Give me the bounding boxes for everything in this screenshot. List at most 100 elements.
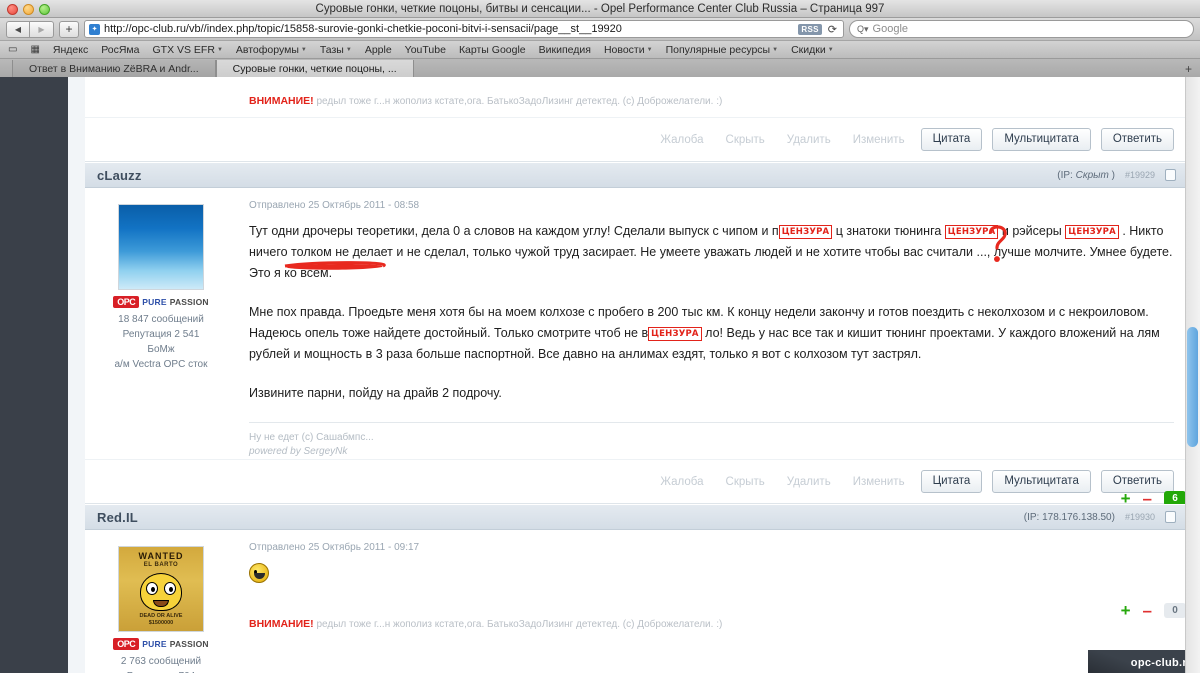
delete-link[interactable]: Удалить [781, 476, 837, 488]
user-box: OPC PURE PASSION 18 847 сообщений Репута… [85, 188, 237, 459]
user-box [85, 77, 237, 117]
rss-badge[interactable]: RSS [798, 23, 822, 35]
bookmark-avtoforumy[interactable]: Автофорумы ▼ [236, 44, 307, 56]
bookmark-yandex[interactable]: Яндекс [53, 44, 88, 56]
eye-right-icon [164, 582, 176, 595]
post-signature: Ну не едет (с) Сашабмпс... powered by Se… [249, 431, 1174, 459]
post-actions: Жалоба Скрыть Удалить Изменить Цитата Му… [85, 117, 1188, 161]
avatar[interactable] [118, 204, 204, 290]
bookmark-youtube[interactable]: YouTube [405, 44, 446, 56]
post-partial-top: ВНИМАНИЕ! редыл тоже г...н жополиз кстат… [85, 77, 1188, 162]
multiquote-button[interactable]: Мультицитата [992, 128, 1091, 151]
edit-link[interactable]: Изменить [847, 476, 911, 488]
chevron-down-icon: ▼ [345, 46, 352, 53]
text-run: и рэйсеры [998, 224, 1066, 238]
vote-up-icon[interactable]: + [1121, 602, 1131, 619]
bookmark-label: Новости [603, 43, 645, 56]
address-bar[interactable]: ✦ http://opc-club.ru/vb//index.php/topic… [84, 20, 844, 38]
post-header: cLauzz (IP: Скрыт ) #19929 [85, 162, 1188, 188]
minimize-window-button[interactable] [23, 4, 34, 15]
hide-link[interactable]: Скрыть [720, 476, 771, 488]
user-car: а/м Vectra OPC сток [114, 359, 208, 370]
chevron-down-icon: ▼ [646, 46, 653, 53]
chevron-down-icon: ▼ [827, 46, 834, 53]
avatar-wanted-text: WANTED [138, 551, 184, 561]
post-author-name[interactable]: cLauzz [97, 168, 142, 183]
quote-button[interactable]: Цитата [920, 470, 983, 493]
post-select-checkbox[interactable] [1165, 169, 1176, 181]
tab-surovye-gonki[interactable]: Суровые гонки, четкие поцоны, ... [215, 60, 414, 77]
forward-icon[interactable]: ▶ [30, 20, 54, 38]
hide-link[interactable]: Скрыть [720, 134, 771, 146]
multiquote-button[interactable]: Мультицитата [992, 470, 1091, 493]
avatar[interactable]: WANTED EL BARTO DEAD OR ALIVE $1500000 [118, 546, 204, 632]
user-posts-count: 18 847 сообщений [118, 314, 204, 325]
bookmark-skidki[interactable]: Скидки ▼ [791, 44, 834, 56]
window-controls[interactable] [7, 4, 50, 15]
search-input[interactable]: Q▾ Google [849, 20, 1194, 38]
bookmark-gtx-vs-efr[interactable]: GTX VS EFR ▼ [153, 44, 223, 56]
post-main-column: Отправлено 25 Октябрь 2011 - 09:17 + – 0… [237, 530, 1188, 673]
chevron-down-icon: ▼ [772, 46, 779, 53]
zoom-window-button[interactable] [39, 4, 50, 15]
bookmarks-sidebar-icon[interactable]: ▭ [8, 44, 17, 55]
back-icon[interactable]: ◀ [6, 20, 30, 38]
edit-link[interactable]: Изменить [847, 134, 911, 146]
post-timestamp: Отправлено 25 Октябрь 2011 - 08:58 [249, 200, 420, 211]
post-vote-widget[interactable]: + – 0 [1121, 602, 1186, 619]
warning-label: ВНИМАНИЕ! [249, 95, 314, 107]
user-box: WANTED EL BARTO DEAD OR ALIVE $1500000 O… [85, 530, 237, 673]
top-sites-icon[interactable]: ▦ [30, 44, 39, 55]
avatar-bounty-text: $1500000 [148, 620, 174, 626]
bookmark-google-maps[interactable]: Карты Google [459, 44, 526, 56]
scrollbar-thumb[interactable] [1187, 327, 1198, 447]
signature-line-2: powered by SergeyNk [249, 446, 348, 457]
ip-label: (IP: [1023, 511, 1040, 523]
delete-link[interactable]: Удалить [781, 134, 837, 146]
chevron-down-icon: ▼ [216, 46, 223, 53]
quote-button[interactable]: Цитата [920, 128, 983, 151]
report-link[interactable]: Жалоба [654, 134, 709, 146]
text-run: Тут одни дрочеры теоретики, дела 0 а сло… [249, 224, 779, 238]
reload-icon[interactable]: ⟳ [826, 23, 839, 36]
forum-content-column: ВНИМАНИЕ! редыл тоже г...н жополиз кстат… [85, 77, 1188, 673]
reply-button[interactable]: Ответить [1100, 128, 1174, 151]
post-header-meta: (IP: Скрыт ) #19929 [1057, 169, 1176, 181]
post-text [249, 563, 1174, 590]
signature-line-1: Ну не едет (с) Сашабмпс... [249, 432, 374, 443]
user-location: БоМж [147, 344, 175, 355]
new-tab-icon[interactable]: + [1185, 63, 1192, 75]
page-scrollbar[interactable] [1185, 77, 1200, 673]
tab-bar: Ответ в Вниманию ZёBRA и Andr... Суровые… [0, 59, 1200, 77]
bookmark-tazy[interactable]: Тазы ▼ [320, 44, 352, 56]
post-main-column: ВНИМАНИЕ! редыл тоже г...н жополиз кстат… [237, 77, 1188, 117]
close-window-button[interactable] [7, 4, 18, 15]
post-paragraph-2: Мне пох правда. Проедьте меня хотя бы на… [249, 302, 1174, 365]
navigation-buttons[interactable]: ◀ ▶ [6, 20, 54, 38]
post-author-name[interactable]: Red.IL [97, 510, 138, 525]
bookmark-apple[interactable]: Apple [365, 44, 392, 56]
tab-otvet-vnimaniyu[interactable]: Ответ в Вниманию ZёBRA и Andr... [12, 60, 216, 77]
bookmark-label: YouTube [404, 43, 446, 56]
post-number: #19929 [1124, 170, 1155, 180]
post-select-checkbox[interactable] [1165, 511, 1176, 523]
text-run: Извините парни, пойду на драйв 2 подрочу… [249, 386, 502, 400]
eye-left-icon [146, 582, 158, 595]
bookmark-wikipedia[interactable]: Википедия [539, 44, 591, 56]
post-paragraph-3: Извините парни, пойду на драйв 2 подрочу… [249, 383, 1174, 404]
vote-down-icon[interactable]: – [1143, 602, 1152, 619]
badge-pure-label: PURE [142, 297, 167, 307]
post-header-meta: (IP: 178.176.138.50) #19930 [1024, 511, 1176, 523]
ip-label: (IP: [1057, 169, 1073, 181]
post-warning-line: ВНИМАНИЕ! редыл тоже г...н жополиз кстат… [249, 612, 1174, 630]
bookmark-popularnye-resursy[interactable]: Популярные ресурсы ▼ [666, 44, 779, 56]
warning-text: редыл тоже г...н жополиз кстате,ога. Бат… [316, 619, 723, 630]
tab-label: Ответ в Вниманию ZёBRA и Andr... [29, 62, 199, 75]
post-ip: (IP: 178.176.138.50) [1024, 512, 1115, 523]
bookmark-novosti[interactable]: Новости ▼ [604, 44, 653, 56]
report-link[interactable]: Жалоба [654, 476, 709, 488]
bookmark-rosyama[interactable]: РосЯма [101, 44, 139, 56]
add-bookmark-icon[interactable]: + [59, 20, 79, 38]
post-ip: (IP: Скрыт ) [1057, 170, 1115, 181]
member-rank-badge: OPC PURE PASSION [91, 296, 231, 308]
